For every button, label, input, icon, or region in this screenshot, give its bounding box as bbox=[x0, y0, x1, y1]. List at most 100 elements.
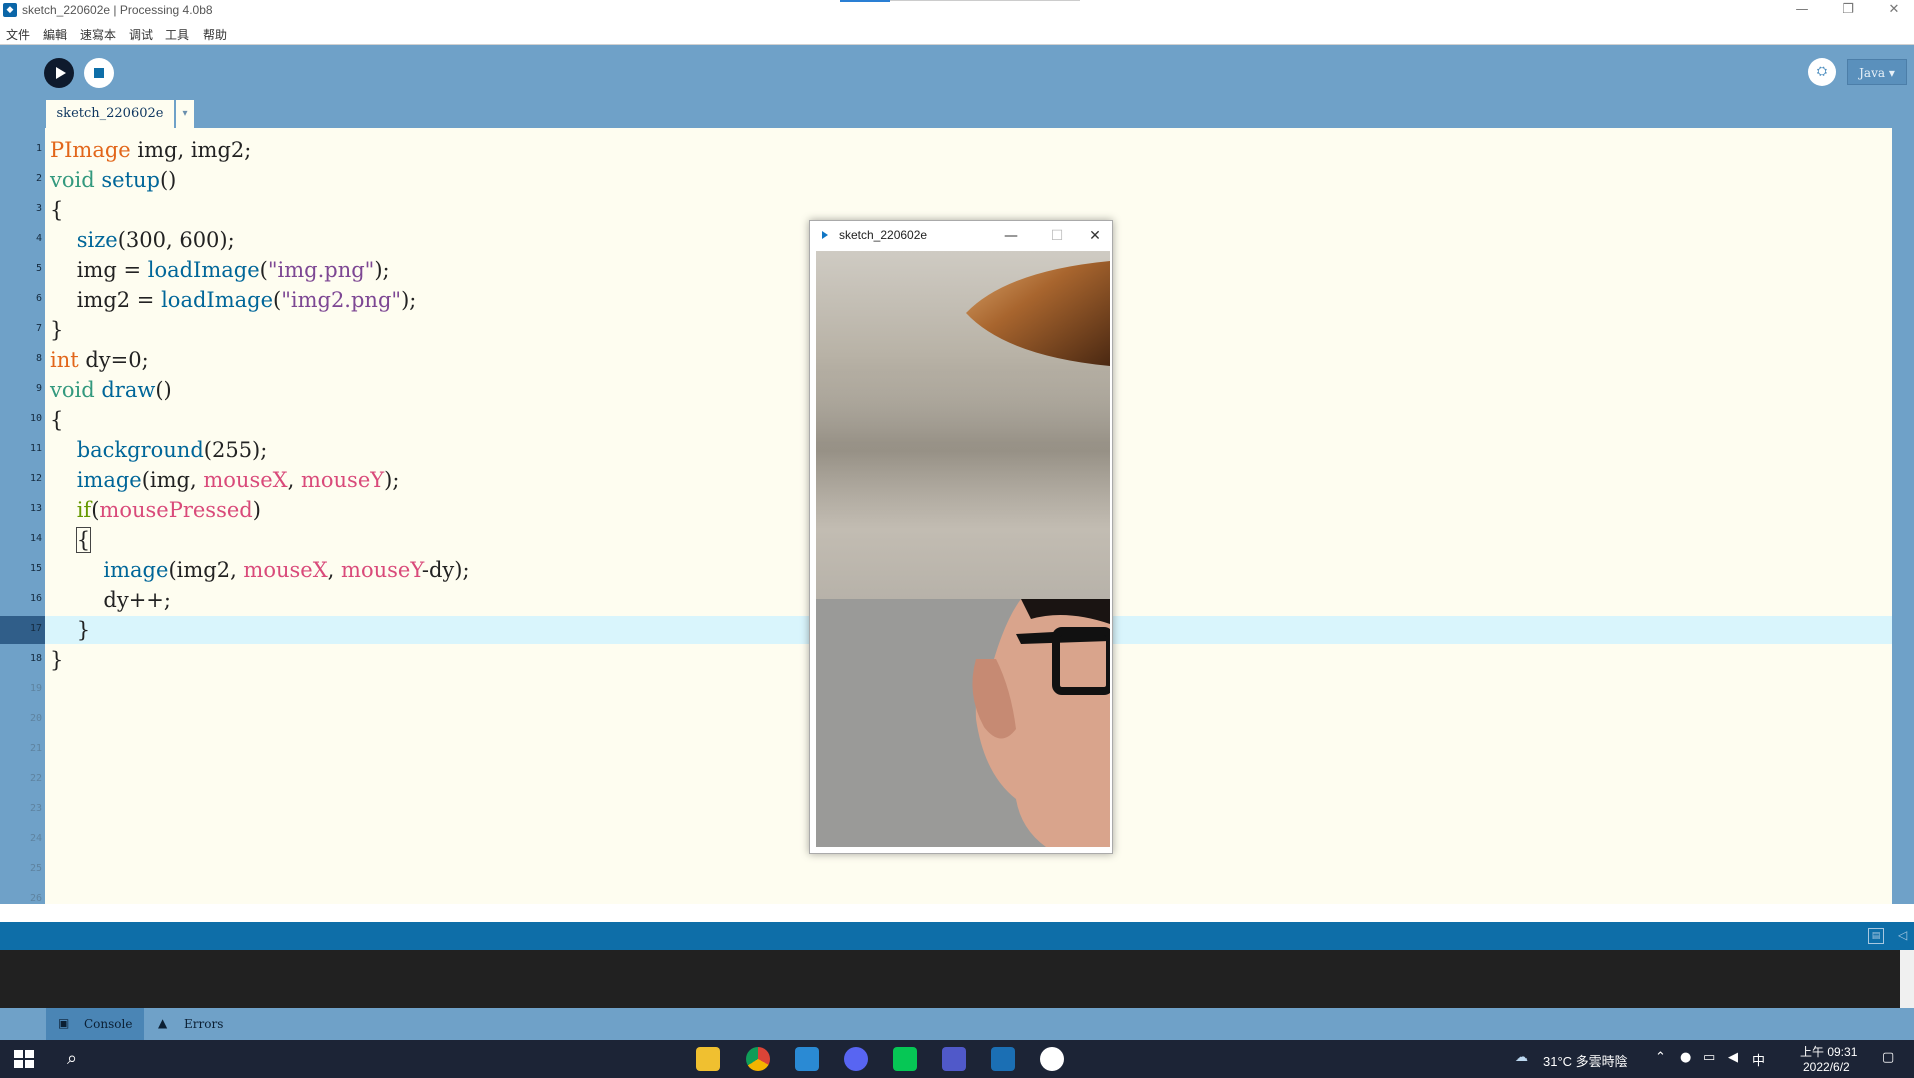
code-line[interactable]: } bbox=[50, 646, 63, 674]
chevron-up-icon[interactable]: ⌃ bbox=[1655, 1050, 1666, 1065]
code-token: img, img2; bbox=[130, 138, 252, 162]
console-icon: ▣ bbox=[58, 1016, 70, 1030]
close-button[interactable]: ✕ bbox=[1874, 0, 1914, 22]
processing-icon[interactable] bbox=[991, 1047, 1015, 1071]
restore-button[interactable]: ❐ bbox=[1828, 0, 1868, 22]
menu-sketch[interactable]: 速寫本 bbox=[80, 26, 116, 43]
code-token: ( bbox=[273, 288, 282, 312]
weather-text[interactable]: 31°C 多雲時陰 bbox=[1543, 1051, 1628, 1070]
sketch-minimize-button[interactable]: — bbox=[996, 225, 1026, 247]
network-icon[interactable]: ▭ bbox=[1703, 1050, 1715, 1065]
code-token: void bbox=[50, 378, 95, 402]
code-token: ); bbox=[401, 288, 417, 312]
sketch-close-button[interactable]: ✕ bbox=[1080, 225, 1110, 247]
line-number: 6 bbox=[35, 293, 42, 304]
warning-icon[interactable]: ▲ bbox=[158, 1017, 174, 1030]
sketch-window-titlebar[interactable]: sketch_220602e — ☐ ✕ bbox=[810, 221, 1112, 251]
discord-icon[interactable] bbox=[844, 1047, 868, 1071]
line-number: 15 bbox=[29, 563, 42, 574]
windows-start-icon[interactable] bbox=[12, 1047, 36, 1071]
copy-icon[interactable]: ▤ bbox=[1868, 928, 1884, 944]
code-line[interactable]: image(img, mouseX, mouseY); bbox=[50, 466, 400, 494]
code-token: } bbox=[50, 618, 91, 642]
file-explorer-icon[interactable] bbox=[696, 1047, 720, 1071]
line-number: 3 bbox=[35, 203, 42, 214]
code-line[interactable]: image(img2, mouseX, mouseY-dy); bbox=[50, 556, 469, 584]
line-number: 7 bbox=[35, 323, 42, 334]
sketch-window[interactable]: sketch_220602e — ☐ ✕ bbox=[809, 220, 1113, 854]
clock-date[interactable]: 2022/6/2 bbox=[1803, 1060, 1850, 1074]
code-line[interactable]: background(255); bbox=[50, 436, 268, 464]
volume-icon[interactable]: ◀ bbox=[1728, 1050, 1738, 1065]
chrome-icon[interactable] bbox=[746, 1047, 770, 1071]
mode-selector[interactable]: Java ▾ bbox=[1847, 59, 1907, 85]
code-token: PImage bbox=[50, 138, 131, 162]
code-token: image bbox=[103, 558, 169, 582]
code-line[interactable]: size(300, 600); bbox=[50, 226, 235, 254]
code-line[interactable]: if(mousePressed) bbox=[50, 496, 261, 524]
line-number: 2 bbox=[35, 173, 42, 184]
line-number: 8 bbox=[35, 353, 42, 364]
code-line[interactable]: { bbox=[50, 526, 92, 554]
code-line[interactable]: PImage img, img2; bbox=[50, 136, 251, 164]
line-number: 18 bbox=[29, 653, 42, 664]
code-line[interactable]: img2 = loadImage("img2.png"); bbox=[50, 286, 417, 314]
line-number: 11 bbox=[29, 443, 42, 454]
search-icon[interactable]: ⌕ bbox=[60, 1047, 84, 1071]
bullet-photo bbox=[816, 251, 1110, 599]
code-token: loadImage bbox=[147, 258, 260, 282]
ime-indicator[interactable]: 中 bbox=[1752, 1050, 1765, 1069]
code-line[interactable]: int dy=0; bbox=[50, 346, 149, 374]
line-number: 21 bbox=[29, 743, 42, 754]
code-token: ); bbox=[384, 468, 400, 492]
code-line[interactable]: dy++; bbox=[50, 586, 171, 614]
code-line[interactable]: { bbox=[50, 406, 63, 434]
stop-button[interactable] bbox=[84, 58, 114, 88]
menu-tools[interactable]: 工具 bbox=[165, 26, 189, 43]
processing-run-icon[interactable] bbox=[1040, 1047, 1064, 1071]
sketch-canvas[interactable] bbox=[816, 251, 1110, 847]
debug-button[interactable]: ⛭ bbox=[1808, 58, 1836, 86]
code-line[interactable]: img = loadImage("img.png"); bbox=[50, 256, 390, 284]
weather-icon[interactable]: ☁ bbox=[1515, 1050, 1528, 1065]
menu-debug[interactable]: 调试 bbox=[129, 26, 153, 43]
menu-help[interactable]: 帮助 bbox=[203, 26, 227, 43]
code-token: (255); bbox=[203, 438, 268, 462]
outlook-icon[interactable] bbox=[795, 1047, 819, 1071]
code-line[interactable]: } bbox=[50, 616, 90, 644]
code-token: mouseY bbox=[341, 558, 422, 582]
console-output[interactable] bbox=[0, 950, 1914, 1008]
code-token: "img2.png" bbox=[281, 288, 402, 312]
teams-icon[interactable] bbox=[942, 1047, 966, 1071]
menu-edit[interactable]: 編輯 bbox=[43, 26, 67, 43]
run-button[interactable] bbox=[44, 58, 74, 88]
tab-sketch[interactable]: sketch_220602e bbox=[46, 100, 174, 128]
code-line[interactable]: } bbox=[50, 316, 63, 344]
code-token: mouseX bbox=[203, 468, 288, 492]
microphone-icon[interactable]: ● bbox=[1680, 1050, 1691, 1065]
clock-time[interactable]: 上午 09:31 bbox=[1800, 1043, 1857, 1060]
code-line[interactable]: void setup() bbox=[50, 166, 176, 194]
code-token: ); bbox=[374, 258, 390, 282]
console-scrollbar[interactable] bbox=[1900, 950, 1914, 1008]
minimize-button[interactable]: — bbox=[1782, 0, 1822, 22]
line-number: 25 bbox=[29, 863, 42, 874]
code-token: mouseX bbox=[243, 558, 328, 582]
tab-errors[interactable]: Errors bbox=[184, 1017, 223, 1031]
code-line[interactable]: { bbox=[50, 196, 63, 224]
line-number-gutter: 1 2 3 4 5 6 7 8 9 10 11 12 13 14 15 16 17 18 19 20 21 22 23 24 2… bbox=[0, 128, 45, 904]
code-token: draw bbox=[101, 378, 156, 402]
titlebar-divider bbox=[890, 0, 1080, 1]
tab-console-label: Console bbox=[84, 1017, 133, 1031]
line-icon[interactable] bbox=[893, 1047, 917, 1071]
tab-menu-button[interactable]: ▾ bbox=[176, 100, 194, 128]
collapse-arrow-icon[interactable]: ◁ bbox=[1898, 928, 1907, 942]
notification-icon[interactable]: ▢ bbox=[1882, 1050, 1894, 1065]
code-token: background bbox=[76, 438, 204, 462]
menu-file[interactable]: 文件 bbox=[6, 26, 30, 43]
line-number: 24 bbox=[29, 833, 42, 844]
code-line[interactable]: void draw() bbox=[50, 376, 172, 404]
tab-console[interactable]: ▣ Console bbox=[46, 1008, 144, 1040]
